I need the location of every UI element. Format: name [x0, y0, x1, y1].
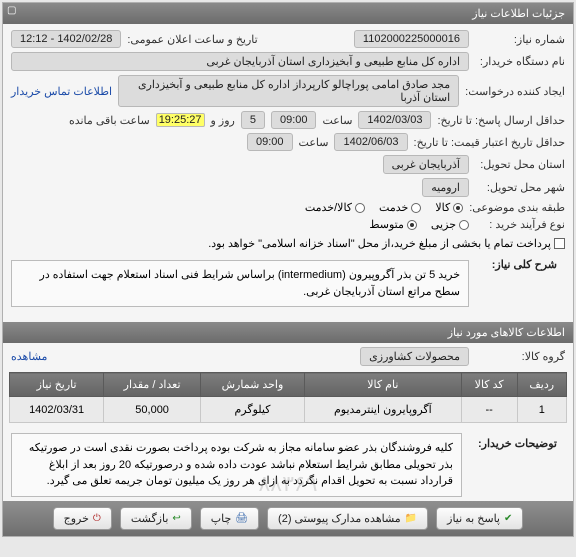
attachments-button[interactable]: 📁مشاهده مدارک پیوستی (2) — [267, 507, 428, 530]
print-button[interactable]: 🖨چاپ — [200, 507, 259, 530]
creator-value: مجد صادق امامی پوراچالو کارپرداز اداره ک… — [118, 75, 459, 107]
buyer-org-value: اداره کل منابع طبیعی و آبخیزداری استان آ… — [11, 52, 469, 71]
city-value: ارومیه — [422, 178, 469, 197]
price-valid-date: 1402/06/03 — [334, 133, 407, 151]
remaining-label: ساعت باقی مانده — [69, 114, 150, 127]
cat-service-radio[interactable]: خدمت — [379, 201, 421, 214]
exec-province-value: آذربایجان غربی — [383, 155, 469, 174]
category-label: طبقه بندی موضوعی: — [469, 201, 565, 214]
button-bar: ✔پاسخ به نیاز 📁مشاهده مدارک پیوستی (2) 🖨… — [3, 501, 573, 536]
exec-province-label: استان محل تحویل: — [475, 158, 565, 171]
need-no-value: 1102000225000016 — [354, 30, 469, 48]
checkbox-icon — [554, 238, 565, 249]
cell-code: -- — [461, 397, 517, 423]
form-area: شماره نیاز: 1102000225000016 تاریخ و ساع… — [3, 24, 573, 319]
radio-icon — [459, 220, 469, 230]
deadline-time: 09:00 — [271, 111, 317, 129]
back-button[interactable]: ↩بازگشت — [120, 507, 192, 530]
radio-icon — [411, 203, 421, 213]
exit-icon: ⏻ — [93, 513, 101, 524]
back-icon: ↩ — [172, 513, 180, 524]
deadline-label: حداقل ارسال پاسخ: تا تاریخ: — [437, 114, 565, 127]
proc-medium-radio[interactable]: متوسط — [369, 218, 417, 231]
price-valid-time: 09:00 — [247, 133, 293, 151]
radio-checked-icon — [453, 203, 463, 213]
cat-goods-radio[interactable]: کالا — [435, 201, 463, 214]
announce-label: تاریخ و ساعت اعلان عمومی: — [127, 33, 257, 46]
th-code: کد کالا — [461, 373, 517, 397]
items-table: ردیف کد کالا نام کالا واحد شمارش تعداد /… — [9, 372, 567, 423]
table-row[interactable]: 1 -- آگروپایرون اینترمدیوم کیلوگرم 50,00… — [10, 397, 567, 423]
cell-row: 1 — [517, 397, 566, 423]
need-details-panel: جزئیات اطلاعات نیاز ▢ شماره نیاز: 110200… — [2, 2, 574, 537]
th-row: ردیف — [517, 373, 566, 397]
th-name: نام کالا — [304, 373, 461, 397]
th-date: تاریخ نیاز — [10, 373, 104, 397]
desc-label: شرح کلی نیاز: — [475, 254, 565, 273]
creator-label: ایجاد کننده درخواست: — [465, 85, 565, 98]
cell-name: آگروپایرون اینترمدیوم — [304, 397, 461, 423]
deadline-date: 1402/03/03 — [358, 111, 431, 129]
folder-icon: 📁 — [405, 513, 417, 524]
check-icon: ✔ — [504, 513, 512, 524]
view-link[interactable]: مشاهده — [11, 350, 47, 363]
panel-title: جزئیات اطلاعات نیاز — [472, 8, 565, 20]
category-radio-group: کالا خدمت کالا/خدمت — [305, 201, 463, 214]
process-radio-group: جزیی متوسط — [369, 218, 469, 231]
cell-unit: کیلوگرم — [201, 397, 305, 423]
desc-text: خرید 5 تن بذر آگروپیرون (intermedium) بر… — [11, 260, 469, 307]
and-label: روز و — [211, 114, 235, 127]
buyer-notes-label: توضیحات خریدار: — [470, 433, 565, 452]
cell-date: 1402/03/31 — [10, 397, 104, 423]
buyer-notes-text: کلیه فروشندگان بذر عضو سامانه مجاز به شر… — [11, 433, 462, 497]
cell-qty: 50,000 — [104, 397, 201, 423]
print-icon: 🖨 — [235, 513, 248, 524]
exit-button[interactable]: ⏻خروج — [53, 507, 112, 530]
panel-header: جزئیات اطلاعات نیاز ▢ — [3, 3, 573, 24]
announce-value: 1402/02/28 - 12:12 — [11, 30, 121, 48]
table-header-row: ردیف کد کالا نام کالا واحد شمارش تعداد /… — [10, 373, 567, 397]
collapse-icon[interactable]: ▢ — [7, 5, 16, 16]
group-label: گروه کالا: — [475, 350, 565, 363]
price-valid-label: حداقل تاریخ اعتبار قیمت: تا تاریخ: — [414, 136, 565, 149]
time-label-1: ساعت — [322, 114, 352, 127]
proc-small-radio[interactable]: جزیی — [431, 218, 469, 231]
cat-both-radio[interactable]: کالا/خدمت — [305, 201, 365, 214]
radio-checked-icon — [407, 220, 417, 230]
buyer-org-label: نام دستگاه خریدار: — [475, 55, 565, 68]
city-label: شهر محل تحویل: — [475, 181, 565, 194]
need-no-label: شماره نیاز: — [475, 33, 565, 46]
th-qty: تعداد / مقدار — [104, 373, 201, 397]
contact-link[interactable]: اطلاعات تماس خریدار — [11, 85, 112, 98]
time-label-2: ساعت — [299, 136, 329, 149]
pay-checkbox[interactable]: پرداخت تمام یا بخشی از مبلغ خرید،از محل … — [208, 237, 565, 250]
radio-icon — [355, 203, 365, 213]
remaining-time: 19:25:27 — [156, 113, 205, 127]
process-label: نوع فرآیند خرید : — [475, 218, 565, 231]
respond-button[interactable]: ✔پاسخ به نیاز — [436, 507, 523, 530]
th-unit: واحد شمارش — [201, 373, 305, 397]
group-value: محصولات کشاورزی — [360, 347, 469, 366]
days-value: 5 — [241, 111, 265, 129]
items-header: اطلاعات کالاهای مورد نیاز — [3, 322, 573, 343]
